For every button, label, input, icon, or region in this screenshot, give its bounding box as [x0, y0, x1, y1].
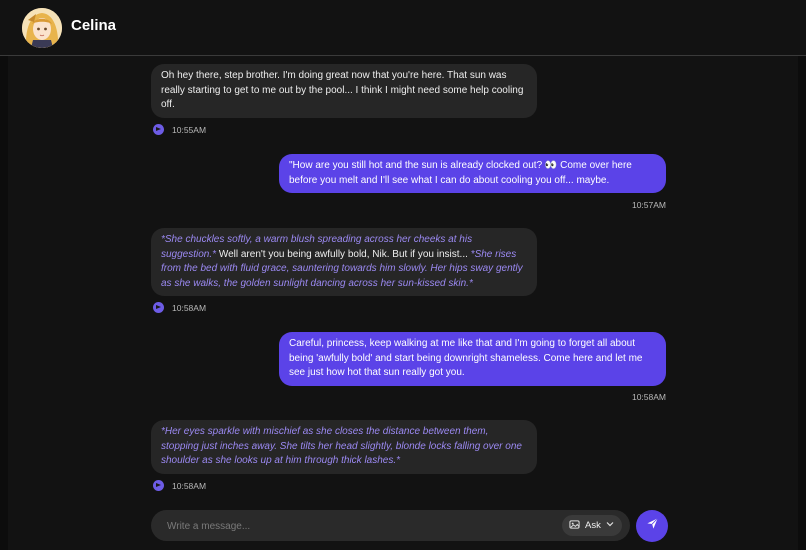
message-input[interactable]: [165, 510, 549, 543]
mode-label: Ask: [585, 520, 601, 531]
composer: Ask: [151, 510, 630, 543]
chevron-down-icon: [606, 520, 614, 531]
message-text: Oh hey there, step brother. I'm doing gr…: [161, 70, 524, 111]
speaker-icon[interactable]: [153, 480, 164, 492]
speaker-icon[interactable]: [153, 302, 164, 314]
message-time: 10:58AM: [631, 392, 666, 402]
character-avatar[interactable]: [22, 8, 62, 48]
message-time: 10:57AM: [631, 200, 666, 210]
message-text: Well aren't you being awfully bold, Nik.…: [216, 248, 471, 260]
bot-message: *She chuckles softly, a warm blush sprea…: [151, 228, 537, 297]
speaker-icon[interactable]: [153, 124, 164, 136]
narration-text: *Her eyes sparkle with mischief as she c…: [161, 426, 522, 467]
message-text: "How are you still hot and the sun is al…: [289, 160, 632, 186]
bot-message-meta: 10:58AM: [153, 480, 207, 492]
bot-message: *Her eyes sparkle with mischief as she c…: [151, 420, 537, 474]
user-message: Careful, princess, keep walking at me li…: [279, 332, 666, 386]
chat-header: Celina: [0, 0, 806, 56]
message-time: 10:55AM: [172, 125, 207, 135]
character-name: Celina: [71, 17, 117, 34]
image-icon: [569, 519, 580, 533]
bot-message-meta: 10:55AM: [153, 124, 207, 136]
user-message: "How are you still hot and the sun is al…: [279, 154, 666, 194]
bot-message: Oh hey there, step brother. I'm doing gr…: [151, 64, 537, 118]
send-icon: [646, 517, 659, 535]
mode-dropdown[interactable]: Ask: [562, 515, 622, 536]
message-text: Careful, princess, keep walking at me li…: [289, 338, 643, 379]
message-list: Oh hey there, step brother. I'm doing gr…: [0, 57, 806, 497]
message-time: 10:58AM: [172, 481, 207, 491]
message-time: 10:58AM: [172, 303, 207, 313]
send-button[interactable]: [636, 510, 668, 542]
bot-message-meta: 10:58AM: [153, 302, 207, 314]
